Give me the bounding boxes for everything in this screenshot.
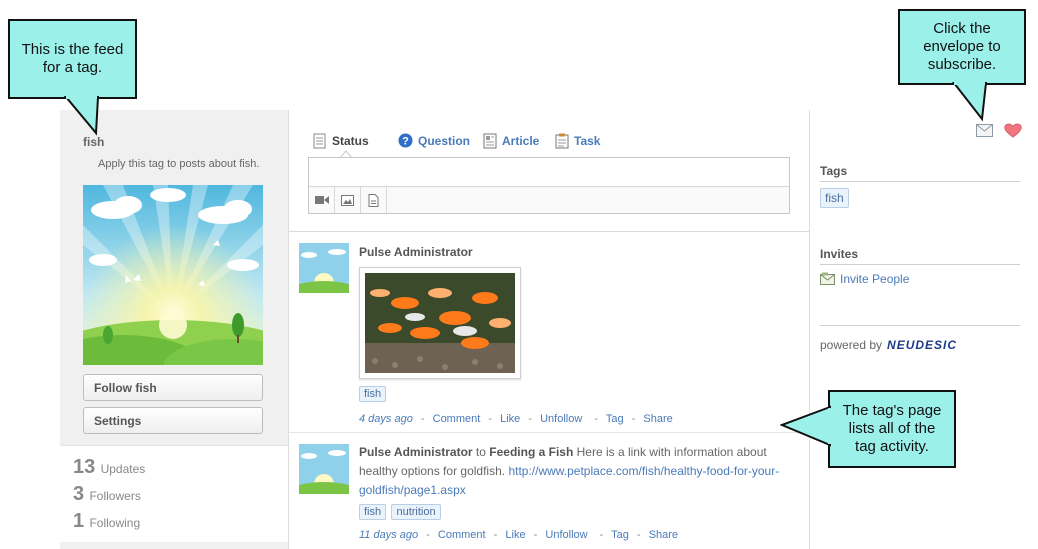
post-tags: fish nutrition: [359, 504, 443, 520]
post-tags: fish: [359, 386, 388, 402]
tab-task[interactable]: Task: [555, 133, 600, 149]
tag-title: fish: [83, 135, 105, 149]
stat-following[interactable]: 1 Following: [73, 510, 140, 533]
video-icon: [314, 196, 329, 204]
stat-number: 1: [73, 510, 85, 532]
divider: [820, 325, 1020, 326]
article-icon: [483, 133, 497, 149]
invite-label: Invite People: [840, 272, 910, 286]
file-icon: [368, 193, 379, 207]
question-icon: ?: [398, 133, 413, 148]
post-author[interactable]: Pulse Administrator: [359, 245, 473, 259]
unfollow-link[interactable]: Unfollow: [545, 529, 587, 541]
tag-sidebar: fish Apply this tag to posts about fish.: [60, 110, 288, 549]
composer-toolbar: [309, 186, 789, 213]
comment-link[interactable]: Comment: [438, 529, 486, 541]
stat-followers[interactable]: 3 Followers: [73, 483, 141, 506]
invite-icon: [820, 272, 835, 285]
tab-label: Article: [502, 134, 540, 148]
tag-link[interactable]: Tag: [611, 529, 629, 541]
attach-file-button[interactable]: [361, 187, 387, 213]
tag-link[interactable]: Tag: [606, 413, 624, 425]
stat-label: Followers: [89, 489, 141, 503]
avatar[interactable]: [299, 444, 349, 494]
share-link[interactable]: Share: [649, 529, 678, 541]
comment-link[interactable]: Comment: [433, 413, 481, 425]
tag-chip[interactable]: fish: [820, 188, 849, 208]
post-author[interactable]: Pulse Administrator: [359, 445, 473, 459]
avatar[interactable]: [299, 243, 349, 293]
unfollow-link[interactable]: Unfollow: [540, 413, 582, 425]
post-composer: [308, 157, 790, 214]
callout-tail: [951, 82, 988, 122]
callout-tail: [63, 96, 100, 136]
post-body: Pulse Administrator to Feeding a Fish He…: [359, 443, 799, 500]
heart-icon: [1004, 123, 1022, 138]
tab-status[interactable]: Status: [313, 133, 369, 149]
tag-chip[interactable]: fish: [359, 504, 387, 520]
composer-input[interactable]: [309, 158, 789, 187]
attach-video-button[interactable]: [309, 187, 335, 213]
tab-label: Question: [418, 133, 471, 148]
tag-chip[interactable]: fish: [359, 386, 387, 402]
callout-activity: The tag's page lists all of the tag acti…: [828, 390, 956, 468]
neudesic-logo: NEUDESIC: [887, 338, 958, 352]
post-connector: to: [472, 445, 490, 459]
feed-post: Pulse Administrator fish 4 days ago - Co…: [289, 241, 809, 431]
stat-updates[interactable]: 13 Updates: [73, 456, 145, 479]
divider: [809, 110, 810, 549]
follow-tag-button[interactable]: Follow fish: [83, 374, 263, 401]
post-divider: [289, 432, 809, 433]
envelope-icon: [976, 124, 993, 137]
post-photo[interactable]: [359, 267, 521, 379]
post-meta: 11 days ago - Comment - Like - Unfollow …: [359, 529, 679, 541]
callout-feed: This is the feed for a tag.: [8, 19, 137, 99]
tag-image: [83, 185, 263, 365]
stat-number: 3: [73, 483, 85, 505]
tab-label: Task: [574, 134, 601, 148]
favorite-button[interactable]: [1004, 123, 1022, 138]
svg-text:?: ?: [402, 136, 409, 148]
post-meta: 4 days ago - Comment - Like - Unfollow -…: [359, 413, 673, 425]
post-target[interactable]: Feeding a Fish: [489, 445, 573, 459]
callout-subscribe: Click the envelope to subscribe.: [898, 9, 1026, 85]
stat-label: Following: [89, 516, 141, 530]
callout-text: Click the envelope to subscribe.: [923, 20, 1001, 73]
image-icon: [341, 194, 354, 206]
tags-heading: Tags: [820, 164, 1020, 182]
tag-description: Apply this tag to posts about fish.: [98, 158, 260, 170]
callout-text: The tag's page lists all of the tag acti…: [842, 402, 942, 455]
stat-label: Updates: [100, 462, 146, 476]
subscribe-envelope-button[interactable]: [976, 124, 993, 137]
like-link[interactable]: Like: [500, 413, 520, 425]
stat-number: 13: [73, 456, 96, 478]
callout-tail: [780, 405, 831, 447]
settings-button[interactable]: Settings: [83, 407, 263, 434]
tab-label: Status: [332, 134, 369, 148]
post-time[interactable]: 4 days ago: [359, 413, 413, 425]
tag-stats: 13 Updates 3 Followers 1 Following: [60, 445, 288, 542]
callout-text: This is the feed for a tag.: [21, 41, 124, 76]
feed-post: Pulse Administrator to Feeding a Fish He…: [289, 442, 809, 549]
powered-by: powered by NEUDESIC: [820, 338, 957, 352]
composer-divider: [289, 231, 809, 232]
powered-by-label: powered by: [820, 338, 883, 352]
invites-heading: Invites: [820, 247, 1020, 265]
tag-list: fish: [820, 188, 851, 208]
invite-people-link[interactable]: Invite People: [820, 272, 909, 286]
post-time[interactable]: 11 days ago: [359, 529, 418, 541]
attach-image-button[interactable]: [335, 187, 361, 213]
task-icon: [555, 133, 569, 149]
tag-chip[interactable]: nutrition: [391, 504, 441, 520]
tab-article[interactable]: Article: [483, 133, 539, 149]
like-link[interactable]: Like: [505, 529, 525, 541]
share-link[interactable]: Share: [643, 413, 672, 425]
tab-question[interactable]: ? Question: [398, 133, 470, 148]
status-icon: [313, 133, 326, 149]
